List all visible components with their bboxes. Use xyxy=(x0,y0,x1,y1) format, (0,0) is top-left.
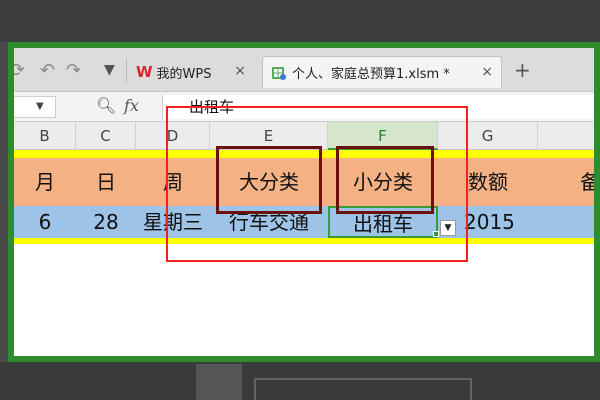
column-header-b[interactable]: B xyxy=(14,122,76,150)
tab-bar: ⟳ ↶ ↷ ▼ W 我的WPS × 个人、家庭总预算1.xlsm * × + xyxy=(14,48,594,92)
name-box[interactable]: ▼ xyxy=(14,96,56,118)
quick-access-dropdown-icon[interactable]: ▼ xyxy=(104,62,115,78)
background-ghost-column xyxy=(196,364,242,400)
tab-workbook-label: 个人、家庭总预算1.xlsm * xyxy=(292,67,450,82)
background-toolbar xyxy=(0,0,600,42)
wps-logo-icon: W xyxy=(136,63,153,81)
chevron-down-icon[interactable]: ▼ xyxy=(36,101,44,112)
app-icon[interactable]: ⟳ xyxy=(14,60,25,81)
cell-month[interactable]: 6 xyxy=(14,206,76,238)
cell-month-header[interactable]: 月 xyxy=(14,158,76,206)
tab-separator xyxy=(126,58,127,82)
spreadsheet-window: ⟳ ↶ ↷ ▼ W 我的WPS × 个人、家庭总预算1.xlsm * × + ▼… xyxy=(8,42,600,362)
cell-note-header[interactable]: 备 xyxy=(580,158,594,206)
zoom-icon[interactable]: 🔍︎ xyxy=(96,96,116,115)
column-header-c[interactable]: C xyxy=(76,122,136,150)
column-header-h[interactable] xyxy=(538,122,594,150)
background-ghost-highlight xyxy=(254,378,472,400)
close-icon[interactable]: × xyxy=(481,64,493,80)
tab-my-wps[interactable]: W 我的WPS × xyxy=(128,56,254,88)
highlight-box-major-category xyxy=(216,146,322,214)
cell-day[interactable]: 28 xyxy=(76,206,136,238)
cell-note[interactable]: 1 xyxy=(592,206,594,238)
spreadsheet-file-icon xyxy=(271,65,287,81)
tab-workbook[interactable]: 个人、家庭总预算1.xlsm * × xyxy=(262,56,502,88)
cell-day-header[interactable]: 日 xyxy=(76,158,136,206)
undo-icon[interactable]: ↶ xyxy=(40,60,55,81)
redo-icon[interactable]: ↷ xyxy=(66,60,81,81)
new-tab-button[interactable]: + xyxy=(514,60,531,80)
function-button[interactable]: fx xyxy=(124,96,139,115)
tab-my-wps-label: 我的WPS xyxy=(156,66,212,82)
close-icon[interactable]: × xyxy=(234,63,246,79)
highlight-box-sub-category xyxy=(336,146,434,214)
